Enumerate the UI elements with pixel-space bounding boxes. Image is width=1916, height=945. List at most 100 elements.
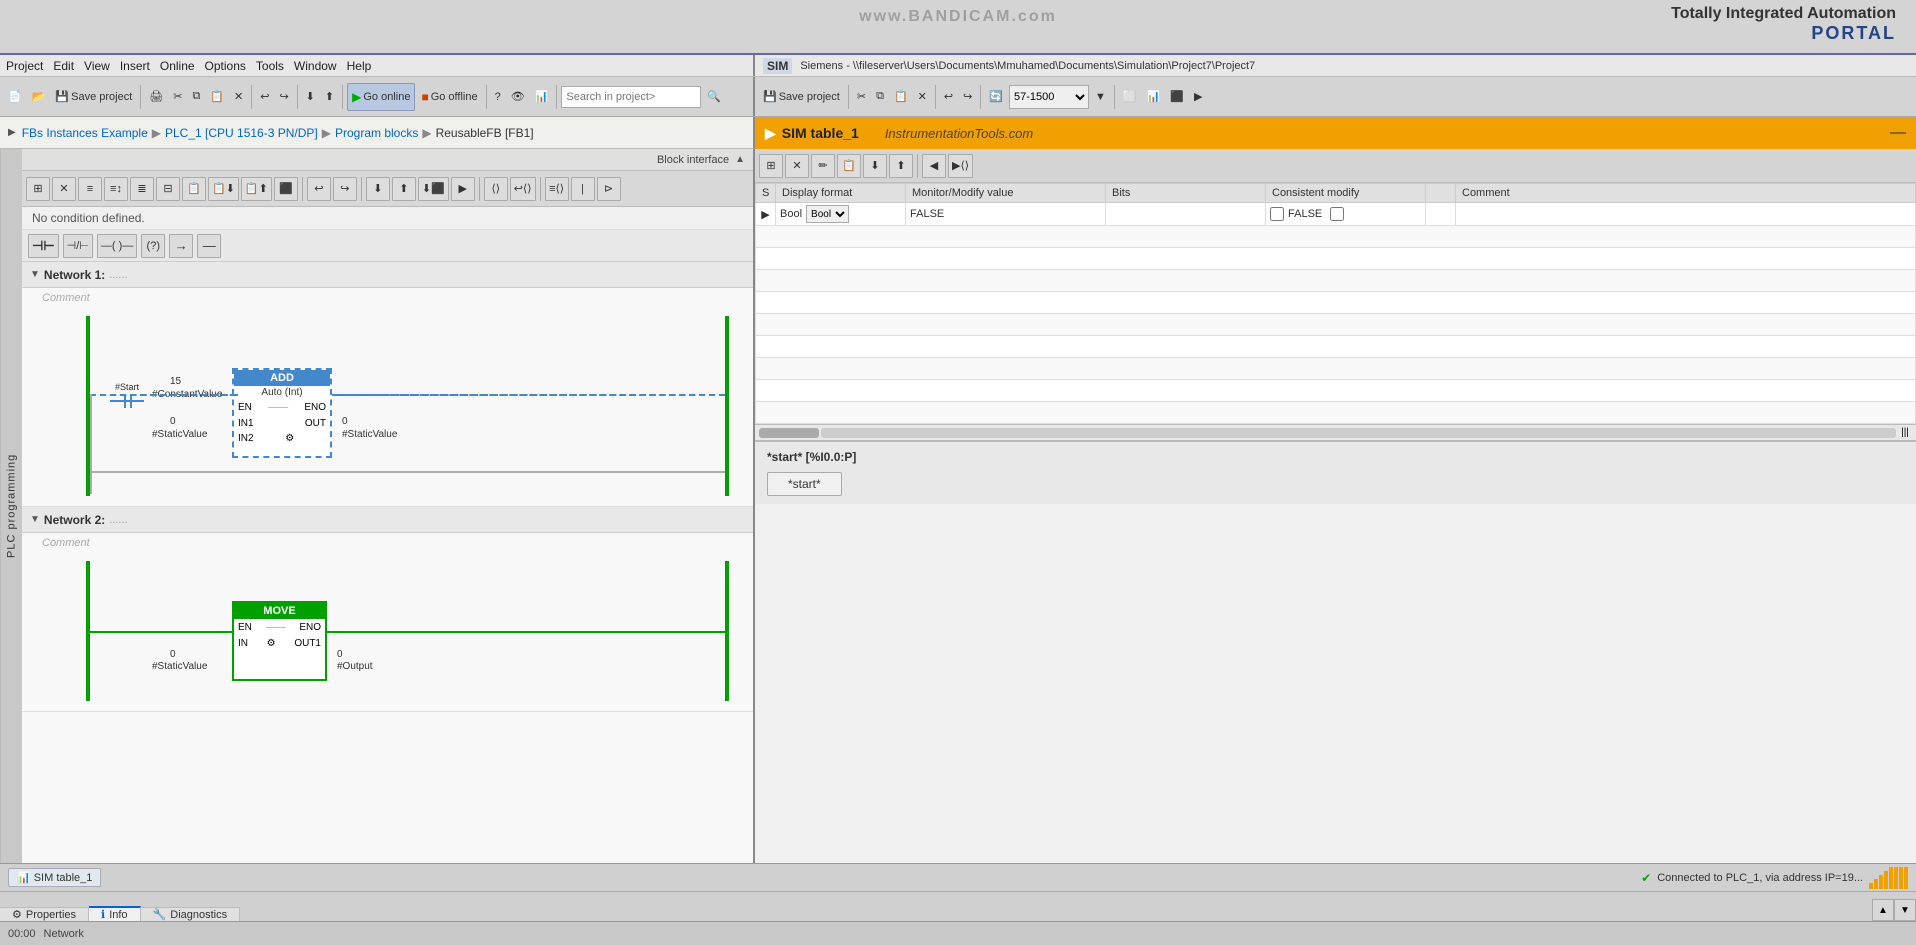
copy-button[interactable]: ⧉ xyxy=(188,83,204,111)
network-1-comment: Comment xyxy=(42,292,90,304)
sim-expand-arrow[interactable]: ▶ xyxy=(765,125,776,142)
search-input[interactable] xyxy=(561,86,701,108)
block-interface-label: Block interface xyxy=(657,154,729,166)
breadcrumb-item-1[interactable]: PLC_1 [CPU 1516-3 PN/DP] xyxy=(165,126,318,140)
help-button[interactable]: ? xyxy=(491,83,505,111)
plc-tb-16[interactable]: ▶ xyxy=(451,177,475,201)
cut-button[interactable]: ✂ xyxy=(169,83,186,111)
right-save-button[interactable]: 💾 Save project xyxy=(759,83,844,111)
plc-tb-9[interactable]: 📋⬆ xyxy=(241,177,272,201)
delete-button[interactable]: ✕ xyxy=(230,83,247,111)
menu-view[interactable]: View xyxy=(84,59,110,73)
network-2-collapse[interactable]: ▼ xyxy=(30,514,40,525)
plc-tb-7[interactable]: 📋 xyxy=(182,177,206,201)
plc-tb-19[interactable]: ≡⟨⟩ xyxy=(545,177,569,201)
plc-tb-8[interactable]: 📋⬇ xyxy=(208,177,239,201)
sim-tb-1[interactable]: ⊞ xyxy=(759,154,783,178)
sim-btn4[interactable]: ▶ xyxy=(1190,83,1206,111)
plc-select-btn[interactable]: ▼ xyxy=(1091,83,1110,111)
plc-tb-21[interactable]: ⊳ xyxy=(597,177,621,201)
sim-tb-8[interactable]: ▶⟨⟩ xyxy=(948,154,973,178)
plc-tb-4[interactable]: ≡↕ xyxy=(104,177,128,201)
consistent-check-2[interactable] xyxy=(1330,207,1344,221)
network-1-collapse[interactable]: ▼ xyxy=(30,269,40,280)
sim-btn1[interactable]: ⬜ xyxy=(1119,83,1141,111)
lad-contact[interactable]: ⊣⊢ xyxy=(28,234,59,258)
consistent-check-1[interactable] xyxy=(1270,207,1284,221)
paste-button[interactable]: 📋 xyxy=(206,83,228,111)
go-offline-button[interactable]: ■ Go offline xyxy=(417,83,481,111)
breadcrumb-item-0[interactable]: FBs Instances Example xyxy=(22,126,148,140)
right-run[interactable]: 🔄 xyxy=(985,83,1007,111)
block-interface-expand[interactable]: ▲ xyxy=(735,154,745,165)
tab-properties[interactable]: ⚙ Properties xyxy=(0,907,89,921)
plc-tb-3[interactable]: ≡ xyxy=(78,177,102,201)
sim-tb-5[interactable]: ⬇ xyxy=(863,154,887,178)
format-select[interactable]: Bool Int Hex xyxy=(806,205,849,223)
upload-button[interactable]: ⬆ xyxy=(321,83,338,111)
menu-edit[interactable]: Edit xyxy=(53,59,74,73)
plc-tb-14[interactable]: ⬆ xyxy=(392,177,416,201)
plc-tb-1[interactable]: ⊞ xyxy=(26,177,50,201)
right-paste[interactable]: 📋 xyxy=(890,83,912,111)
menu-options[interactable]: Options xyxy=(205,59,246,73)
sim-table-tab[interactable]: 📊 SIM table_1 xyxy=(8,868,101,887)
plc-selector[interactable]: 57-1500 xyxy=(1009,85,1089,109)
download-button[interactable]: ⬇ xyxy=(302,83,319,111)
menu-online[interactable]: Online xyxy=(160,59,195,73)
go-online-button[interactable]: ▶ Go online xyxy=(347,83,415,111)
plc-tb-13[interactable]: ⬇ xyxy=(366,177,390,201)
sim-btn2[interactable]: 📊 xyxy=(1143,83,1165,111)
right-close[interactable]: ✕ xyxy=(914,83,931,111)
menu-insert[interactable]: Insert xyxy=(120,59,150,73)
sim-close[interactable]: — xyxy=(1890,124,1906,142)
breadcrumb-item-2[interactable]: Program blocks xyxy=(335,126,418,140)
lad-unknown[interactable]: (?) xyxy=(141,234,165,258)
plc-tb-6[interactable]: ⊟ xyxy=(156,177,180,201)
resize-btn-1[interactable]: ▲ xyxy=(1872,899,1894,921)
search-button[interactable]: 🔍 xyxy=(703,83,725,111)
sim-tb-7[interactable]: ◀ xyxy=(922,154,946,178)
sim-tb-2[interactable]: ✕ xyxy=(785,154,809,178)
menu-window[interactable]: Window xyxy=(294,59,337,73)
sim-btn3[interactable]: ⬛ xyxy=(1166,83,1188,111)
open-button[interactable]: 📂 xyxy=(28,83,50,111)
right-redo[interactable]: ↪ xyxy=(959,83,976,111)
monitor1[interactable]: 👁 xyxy=(507,83,529,111)
plc-tb-12[interactable]: ↪ xyxy=(333,177,357,201)
menu-project[interactable]: Project xyxy=(6,59,43,73)
plc-tb-2[interactable]: ✕ xyxy=(52,177,76,201)
plc-tb-10[interactable]: ⬛ xyxy=(274,177,298,201)
lad-coil[interactable]: —( )— xyxy=(97,234,137,258)
plc-tb-11[interactable]: ↩ xyxy=(307,177,331,201)
tab-diagnostics[interactable]: 🔧 Diagnostics xyxy=(141,907,241,921)
resize-btn-2[interactable]: ▼ xyxy=(1894,899,1916,921)
lad-arrow[interactable]: → xyxy=(169,234,193,258)
plc-tb-18[interactable]: ↩⟨⟩ xyxy=(510,177,536,201)
lad-ncontact[interactable]: ⊣/⊢ xyxy=(63,234,93,258)
tab-info[interactable]: ℹ Info xyxy=(89,906,141,921)
sim-tb-3[interactable]: ✏ xyxy=(811,154,835,178)
save-button[interactable]: 💾 Save project xyxy=(51,83,136,111)
right-copy[interactable]: ⧉ xyxy=(872,83,888,111)
plc-tb-20[interactable]: | xyxy=(571,177,595,201)
undo-button[interactable]: ↩ xyxy=(256,83,273,111)
start-button[interactable]: *start* xyxy=(767,472,842,496)
sim-scrollbar[interactable]: ||| xyxy=(755,425,1916,441)
lad-hline[interactable]: — xyxy=(197,234,221,258)
right-cut[interactable]: ✂ xyxy=(853,83,870,111)
sim-tab-label: SIM table_1 xyxy=(34,872,93,884)
plc-tb-17[interactable]: ⟨⟩ xyxy=(484,177,508,201)
monitor2[interactable]: 📊 xyxy=(531,83,553,111)
print-button[interactable]: 🖨 xyxy=(145,83,167,111)
sim-tb-4[interactable]: 📋 xyxy=(837,154,861,178)
plc-tb-5[interactable]: ≣ xyxy=(130,177,154,201)
plc-tb-15[interactable]: ⬇⬛ xyxy=(418,177,449,201)
menu-help[interactable]: Help xyxy=(347,59,372,73)
redo-button[interactable]: ↪ xyxy=(275,83,292,111)
right-undo[interactable]: ↩ xyxy=(940,83,957,111)
sim-tb-6[interactable]: ⬆ xyxy=(889,154,913,178)
menu-tools[interactable]: Tools xyxy=(256,59,284,73)
add-in1-row: IN1 OUT xyxy=(234,416,330,431)
new-button[interactable]: 📄 xyxy=(4,83,26,111)
